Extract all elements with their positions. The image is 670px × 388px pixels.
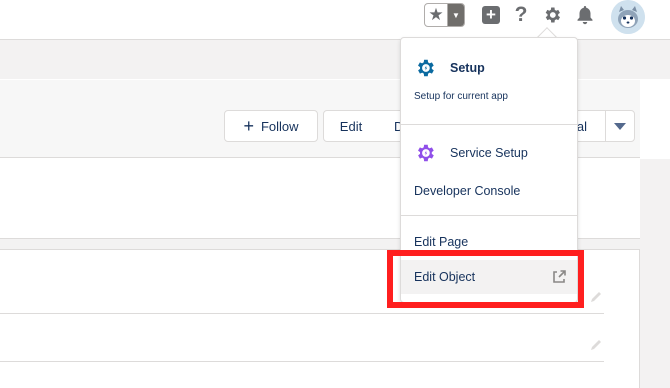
more-actions-button[interactable] bbox=[605, 110, 635, 142]
chevron-down-icon[interactable]: ▼ bbox=[448, 4, 464, 26]
bell-icon[interactable] bbox=[574, 4, 596, 26]
menu-item-setup[interactable]: Setup bbox=[401, 54, 577, 82]
menu-divider bbox=[401, 215, 577, 216]
gear-icon bbox=[414, 142, 436, 164]
menu-item-service-setup[interactable]: Service Setup bbox=[401, 139, 577, 167]
gear-icon[interactable] bbox=[541, 4, 563, 26]
developer-console-label: Developer Console bbox=[414, 184, 521, 198]
menu-divider bbox=[401, 124, 577, 125]
menu-item-edit-page[interactable]: Edit Page bbox=[401, 228, 577, 256]
avatar[interactable] bbox=[611, 0, 645, 34]
favorites-group[interactable]: ★ ▼ bbox=[424, 3, 465, 27]
action-button-partial-label: al bbox=[576, 118, 587, 134]
star-icon[interactable]: ★ bbox=[425, 4, 448, 26]
menu-item-developer-console[interactable]: Developer Console bbox=[401, 177, 577, 205]
follow-button[interactable]: + Follow bbox=[224, 110, 318, 142]
plus-icon[interactable]: + bbox=[480, 4, 502, 26]
plus-icon: + bbox=[243, 116, 254, 136]
setup-label: Setup bbox=[450, 61, 485, 75]
gear-icon bbox=[414, 57, 436, 79]
pencil-icon[interactable] bbox=[589, 338, 603, 352]
question-icon[interactable]: ? bbox=[510, 3, 532, 26]
edit-button-label: Edit bbox=[339, 118, 363, 134]
global-header: ★ ▼ + ? bbox=[0, 0, 670, 40]
setup-menu: Setup Setup for current app Service Setu… bbox=[400, 37, 578, 303]
setup-description: Setup for current app bbox=[414, 91, 508, 102]
external-link-icon bbox=[551, 269, 567, 285]
edit-button[interactable]: Edit bbox=[323, 110, 379, 142]
edit-object-label: Edit Object bbox=[414, 270, 476, 284]
pencil-icon[interactable] bbox=[589, 290, 603, 304]
chevron-down-icon bbox=[614, 122, 626, 130]
service-setup-label: Service Setup bbox=[450, 146, 528, 160]
edit-page-label: Edit Page bbox=[414, 235, 469, 249]
follow-button-label: Follow bbox=[260, 118, 299, 134]
list-row-divider bbox=[0, 313, 604, 314]
list-row-divider bbox=[0, 361, 604, 362]
menu-item-edit-object[interactable]: Edit Object bbox=[401, 260, 577, 294]
